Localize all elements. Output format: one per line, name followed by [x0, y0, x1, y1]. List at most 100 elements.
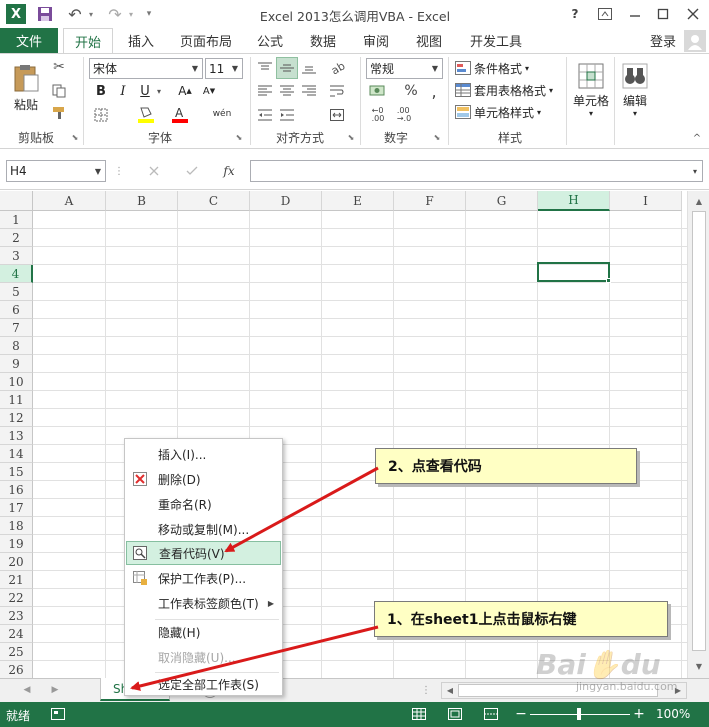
wrap-text-icon[interactable] — [328, 82, 346, 100]
menu-item-protect-sheet[interactable]: 保护工作表(P)... — [126, 566, 281, 590]
row-header-4[interactable]: 4 — [0, 265, 33, 283]
tab-file[interactable]: 文件 — [0, 28, 58, 53]
tab-data[interactable]: 数据 — [300, 28, 346, 53]
insert-function-icon[interactable]: fx — [218, 162, 240, 180]
row-header-9[interactable]: 9 — [0, 355, 33, 373]
row-header-19[interactable]: 19 — [0, 535, 33, 553]
row-header-2[interactable]: 2 — [0, 229, 33, 247]
undo-dropdown-icon[interactable]: ▾ — [86, 5, 96, 23]
cells-button[interactable]: 单元格 ▾ — [570, 58, 612, 122]
alignment-launcher-icon[interactable]: ⬊ — [346, 132, 356, 142]
menu-item-delete[interactable]: 删除(D) — [126, 467, 281, 491]
column-header-c[interactable]: C — [178, 191, 250, 211]
tab-formulas[interactable]: 公式 — [250, 28, 290, 53]
avatar[interactable] — [684, 30, 706, 52]
align-bottom-icon[interactable] — [300, 59, 318, 77]
tab-developer[interactable]: 开发工具 — [462, 28, 530, 53]
row-header-22[interactable]: 22 — [0, 589, 33, 607]
row-header-21[interactable]: 21 — [0, 571, 33, 589]
cancel-entry-icon[interactable] — [144, 162, 164, 180]
tab-home[interactable]: 开始 — [63, 28, 113, 54]
row-header-11[interactable]: 11 — [0, 391, 33, 409]
customize-qat-icon[interactable]: ▾ — [143, 5, 155, 23]
align-center-icon[interactable] — [278, 82, 296, 100]
zoom-out-icon[interactable]: − — [514, 706, 528, 722]
zoom-in-icon[interactable]: + — [632, 706, 646, 722]
redo-icon[interactable]: ↷ — [104, 4, 126, 24]
tab-page-layout[interactable]: 页面布局 — [172, 28, 240, 53]
row-header-8[interactable]: 8 — [0, 337, 33, 355]
grow-font-icon[interactable]: A ▲ — [176, 82, 194, 100]
row-header-17[interactable]: 17 — [0, 499, 33, 517]
increase-decimal-icon[interactable]: ←0.00 — [367, 106, 389, 124]
menu-item-tab-color[interactable]: 工作表标签颜色(T) ▶ — [126, 591, 281, 615]
maximize-icon[interactable] — [652, 4, 674, 24]
merge-center-icon[interactable] — [328, 106, 346, 124]
menu-item-insert[interactable]: 插入(I)... — [126, 442, 281, 466]
next-sheet-icon[interactable]: ▶ — [48, 683, 62, 697]
select-all-corner[interactable] — [0, 191, 33, 211]
scroll-down-icon[interactable]: ▼ — [691, 658, 707, 674]
menu-item-move-copy[interactable]: 移动或复制(M)... — [126, 517, 281, 541]
name-box[interactable]: H4 ▼ — [6, 160, 106, 182]
increase-indent-icon[interactable] — [278, 106, 296, 124]
row-header-3[interactable]: 3 — [0, 247, 33, 265]
close-icon[interactable] — [682, 4, 704, 24]
page-break-view-icon[interactable] — [482, 706, 500, 722]
row-header-23[interactable]: 23 — [0, 607, 33, 625]
column-header-a[interactable]: A — [33, 191, 106, 211]
sign-in-link[interactable]: 登录 — [645, 28, 681, 53]
cut-icon[interactable]: ✂ — [50, 58, 68, 76]
align-middle-icon[interactable] — [276, 57, 298, 79]
column-header-g[interactable]: G — [466, 191, 538, 211]
minimize-icon[interactable] — [624, 4, 646, 24]
page-layout-view-icon[interactable] — [446, 706, 464, 722]
comma-style-icon[interactable]: , — [426, 82, 442, 101]
column-header-i[interactable]: I — [610, 191, 682, 211]
align-top-icon[interactable] — [256, 59, 274, 77]
scroll-right-icon[interactable]: ▶ — [671, 683, 685, 698]
underline-icon[interactable]: U — [136, 82, 154, 100]
italic-icon[interactable]: I — [114, 82, 132, 100]
scroll-up-icon[interactable]: ▲ — [691, 193, 707, 209]
horizontal-scrollbar[interactable]: ◀ ▶ — [441, 682, 687, 699]
decrease-decimal-icon[interactable]: .00 →.0 — [393, 106, 415, 124]
menu-item-hide[interactable]: 隐藏(H) — [126, 620, 281, 644]
row-header-5[interactable]: 5 — [0, 283, 33, 301]
column-header-e[interactable]: E — [322, 191, 394, 211]
phonetic-icon[interactable]: wén — [210, 104, 234, 124]
currency-icon[interactable] — [367, 82, 389, 100]
prev-sheet-icon[interactable]: ◀ — [20, 683, 34, 697]
selected-cell[interactable] — [537, 262, 610, 282]
row-header-24[interactable]: 24 — [0, 625, 33, 643]
align-right-icon[interactable] — [300, 82, 318, 100]
percent-icon[interactable]: % — [402, 82, 420, 100]
column-header-h[interactable]: H — [538, 191, 610, 211]
paste-button[interactable]: 粘贴 — [8, 58, 44, 118]
format-painter-icon[interactable] — [50, 104, 68, 122]
row-header-16[interactable]: 16 — [0, 481, 33, 499]
row-header-25[interactable]: 25 — [0, 643, 33, 661]
collapse-ribbon-icon[interactable]: ^ — [690, 132, 704, 144]
normal-view-icon[interactable] — [410, 706, 428, 722]
formula-input[interactable] — [250, 160, 703, 182]
conditional-formatting-button[interactable]: 条件格式 ▾ — [454, 58, 564, 78]
format-as-table-button[interactable]: 套用表格格式 ▾ — [454, 80, 564, 100]
cell-styles-button[interactable]: 单元格样式 ▾ — [454, 102, 564, 122]
row-header-7[interactable]: 7 — [0, 319, 33, 337]
row-header-15[interactable]: 15 — [0, 463, 33, 481]
bold-icon[interactable]: B — [92, 82, 110, 100]
tab-insert[interactable]: 插入 — [118, 28, 164, 53]
menu-item-select-all-sheets[interactable]: 选定全部工作表(S) — [126, 672, 281, 696]
ribbon-display-options-icon[interactable] — [594, 4, 616, 24]
number-launcher-icon[interactable]: ⬊ — [432, 132, 442, 142]
borders-icon[interactable] — [92, 106, 110, 124]
underline-dropdown-icon[interactable]: ▾ — [154, 84, 164, 98]
zoom-level[interactable]: 100% — [656, 707, 690, 721]
font-size-combo[interactable]: 11 ▼ — [205, 58, 243, 79]
menu-item-rename[interactable]: 重命名(R) — [126, 492, 281, 516]
row-header-18[interactable]: 18 — [0, 517, 33, 535]
font-launcher-icon[interactable]: ⬊ — [234, 132, 244, 142]
column-header-d[interactable]: D — [250, 191, 322, 211]
horizontal-scroll-thumb[interactable] — [458, 684, 658, 697]
